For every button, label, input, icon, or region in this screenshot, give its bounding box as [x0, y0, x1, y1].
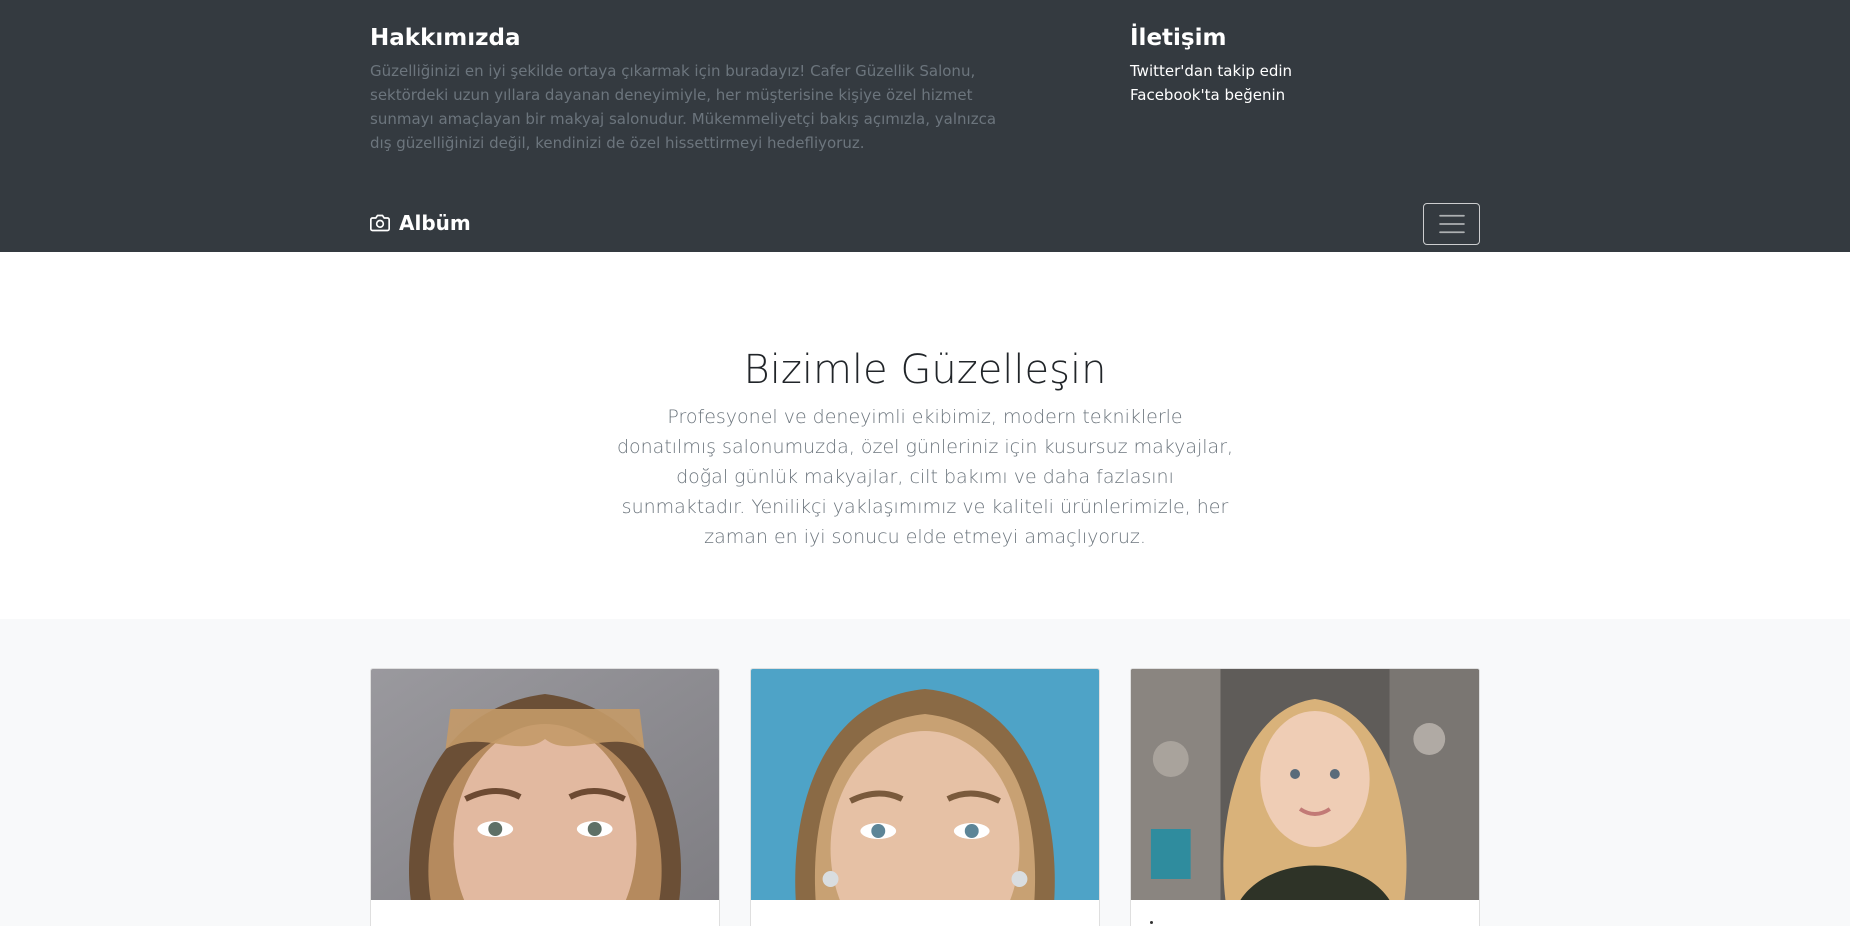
navbar-brand[interactable]: Albüm — [370, 211, 471, 235]
about-text: Güzelliğinizi en iyi şekilde ortaya çıka… — [370, 62, 997, 152]
brand-label: Albüm — [399, 211, 471, 235]
portrait-photo-2 — [751, 669, 1099, 900]
about-title: Hakkımızda — [370, 25, 521, 51]
facebook-link[interactable]: Facebook'ta beğenin — [1130, 86, 1285, 104]
menu-icon — [1438, 213, 1466, 235]
navbar: Albüm — [0, 197, 1850, 252]
card-text-fragment — [1150, 921, 1153, 924]
portrait-photo-3 — [1131, 669, 1479, 900]
album-card — [370, 668, 720, 926]
contact-links: Twitter'dan takip edin Facebook'ta beğen… — [1130, 59, 1292, 107]
card-body — [371, 900, 719, 926]
header-panel: Hakkımızda Güzelliğinizi en iyi şekilde … — [0, 0, 1850, 197]
about-section: Hakkımızda Güzelliğinizi en iyi şekilde … — [370, 24, 1004, 155]
album-card — [750, 668, 1100, 926]
navbar-toggler-button[interactable] — [1423, 203, 1480, 245]
camera-icon — [370, 213, 390, 233]
jumbotron-heading: Bizimle Güzelleşin — [743, 347, 1107, 393]
card-row — [370, 668, 1480, 926]
jumbotron-lead: Profesyonel ve deneyimli ekibimiz, moder… — [616, 406, 1234, 548]
contact-title: İletişim — [1130, 25, 1227, 51]
album-card — [1130, 668, 1480, 926]
contact-section: İletişim Twitter'dan takip edin Facebook… — [1130, 24, 1292, 107]
twitter-link[interactable]: Twitter'dan takip edin — [1130, 62, 1292, 80]
album-section — [0, 619, 1850, 926]
jumbotron: Bizimle Güzelleşin Profesyonel ve deneyi… — [0, 252, 1850, 619]
portrait-photo-1 — [371, 669, 719, 900]
card-body — [1131, 900, 1479, 926]
card-body — [751, 900, 1099, 926]
